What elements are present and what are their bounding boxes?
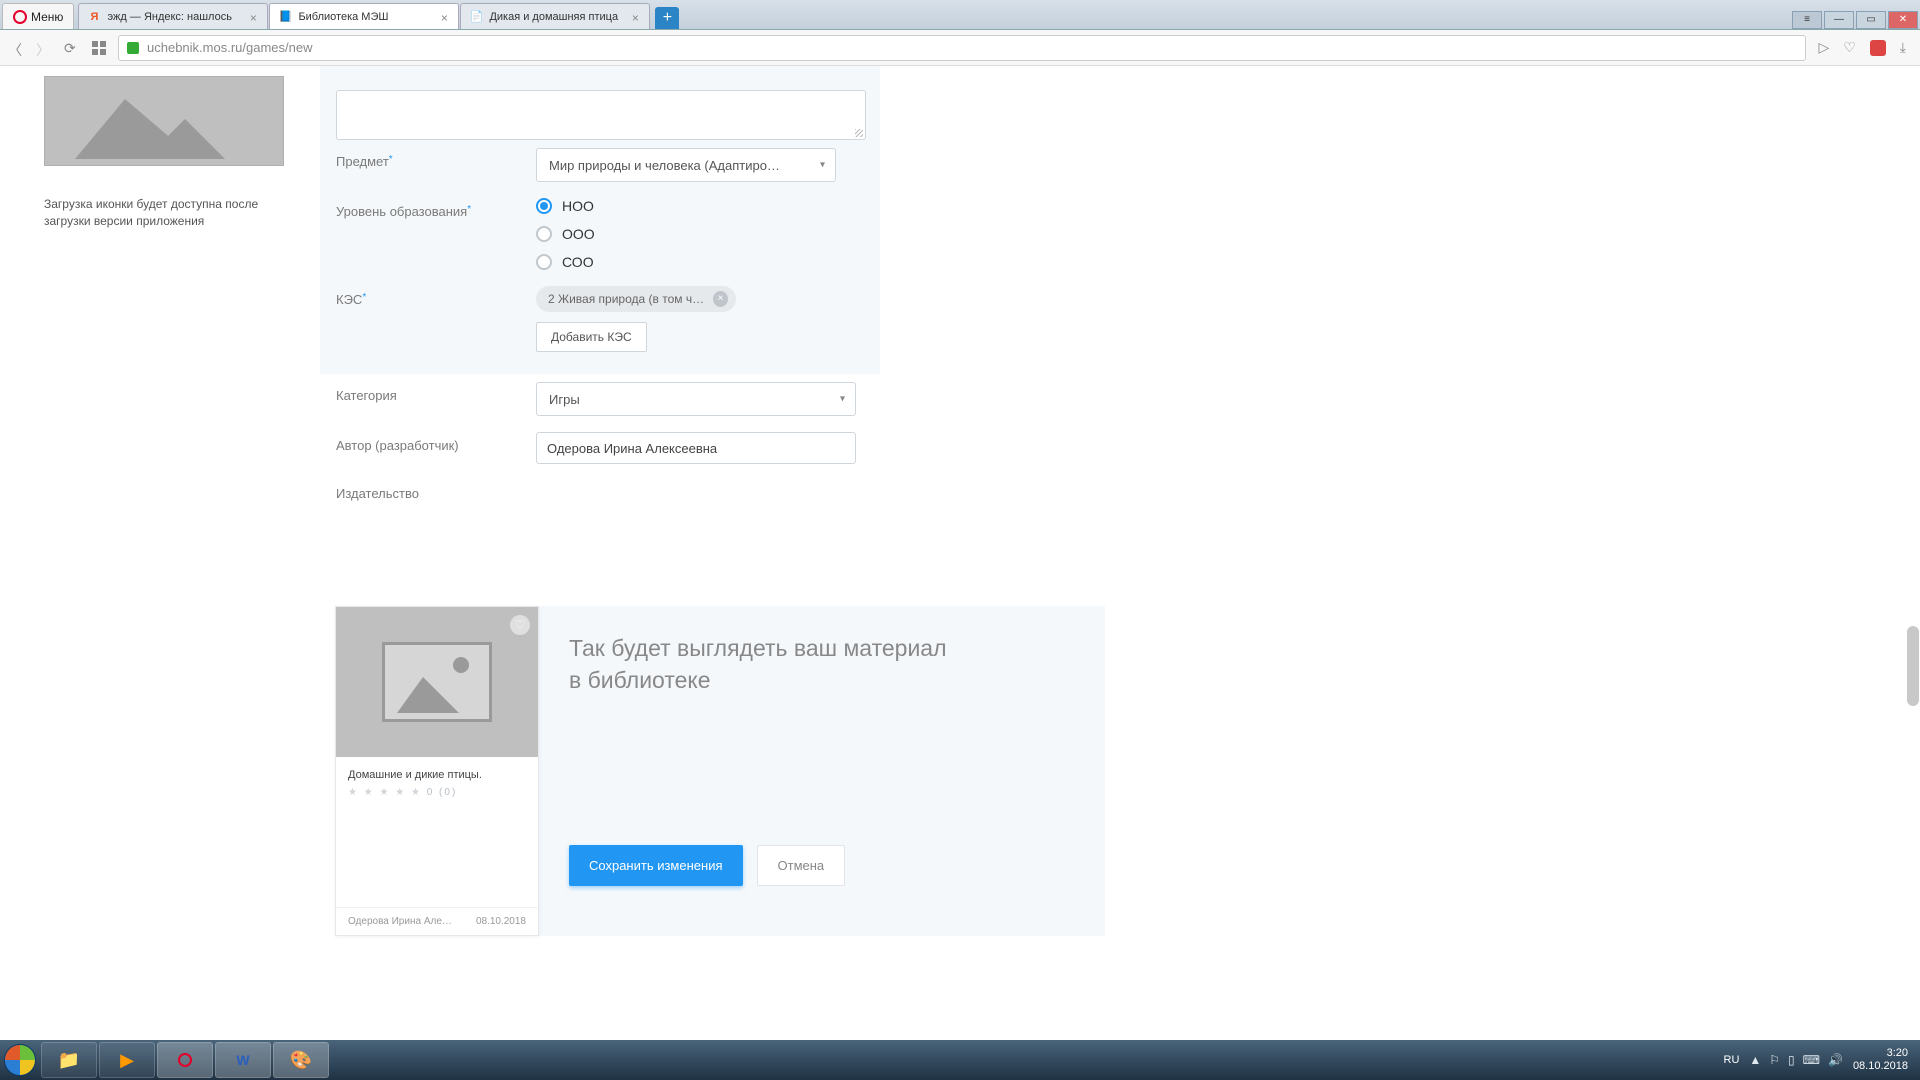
lock-icon [127,42,139,54]
tab-title: Библиотека МЭШ [298,11,432,23]
category-select[interactable]: Игры ▾ [536,382,856,416]
url-text: uchebnik.mos.ru/games/new [147,40,312,55]
icon-upload-panel: Загрузка иконки будет доступна после заг… [44,76,294,230]
kes-chip-text: 2 Живая природа (в том чис… [548,292,705,306]
author-input[interactable] [536,432,856,464]
tab-yandex[interactable]: Я эжд — Яндекс: нашлось × [78,3,268,29]
reload-icon[interactable]: ⟳ [64,40,80,56]
window-close-button[interactable]: ✕ [1888,11,1918,29]
subject-value: Мир природы и человека (Адаптиро… [549,158,780,173]
education-level-group: НОО ООО СОО [536,198,864,270]
radio-icon [536,254,552,270]
taskbar-word[interactable]: W [215,1042,271,1078]
tray-battery-icon[interactable]: ⌨ [1803,1053,1820,1067]
tray-network-icon[interactable]: ▯ [1788,1053,1795,1067]
tab-title: Дикая и домашняя птица [489,11,623,23]
remove-chip-icon[interactable]: × [713,291,728,307]
opera-menu-button[interactable]: Меню [2,3,74,29]
browser-tab-strip: Меню Я эжд — Яндекс: нашлось × 📘 Библиот… [0,0,1920,30]
preview-card-date: 08.10.2018 [476,916,526,927]
kes-label: КЭС* [336,286,536,307]
tray-flag-icon[interactable]: ▲ [1749,1053,1761,1067]
window-panel-button[interactable]: ≡ [1792,11,1822,29]
close-tab-icon[interactable]: × [247,11,259,23]
back-icon[interactable]: 〈 [8,40,24,56]
close-tab-icon[interactable]: × [438,11,450,23]
chevron-down-icon: ▾ [840,394,845,405]
new-tab-button[interactable]: + [655,7,679,29]
window-controls: ≡ — ▭ ✕ [1790,11,1920,29]
forward-icon[interactable]: 〉 [36,40,52,56]
preview-card-footer: Одерова Ирина Але… 08.10.2018 [336,907,538,935]
material-form: Предмет* Мир природы и человека (Адаптир… [320,66,880,509]
category-label: Категория [336,382,536,403]
placeholder-image-icon [382,642,492,722]
taskbar-clock[interactable]: 3:20 08.10.2018 [1853,1047,1914,1073]
tab-birds-doc[interactable]: 📄 Дикая и домашняя птица × [460,3,650,29]
address-bar: 〈 〉 ⟳ uchebnik.mos.ru/games/new ▷ ♡ ⤓ [0,30,1920,66]
placeholder-image-icon [45,77,283,165]
url-field[interactable]: uchebnik.mos.ru/games/new [118,35,1806,61]
start-button[interactable] [0,1040,40,1080]
window-minimize-button[interactable]: — [1824,11,1854,29]
window-maximize-button[interactable]: ▭ [1856,11,1886,29]
add-kes-button[interactable]: Добавить КЭС [536,322,647,352]
close-tab-icon[interactable]: × [629,11,641,23]
favicon-yandex-icon: Я [87,10,101,24]
subject-label: Предмет* [336,148,536,169]
level-ooo-radio[interactable]: ООО [536,226,864,242]
level-noo-radio[interactable]: НОО [536,198,864,214]
download-icon[interactable]: ⤓ [1900,39,1906,56]
tray-volume-icon[interactable]: 🔊 [1828,1053,1843,1067]
cancel-button[interactable]: Отмена [757,845,846,886]
windows-logo-icon [4,1044,36,1076]
author-label: Автор (разработчик) [336,432,536,453]
system-tray: RU ▲ ⚐ ▯ ⌨ 🔊 3:20 08.10.2018 [1724,1047,1920,1073]
description-textarea[interactable] [336,90,866,140]
taskbar-media-player[interactable]: ▶ [99,1042,155,1078]
speed-dial-icon[interactable] [92,41,106,55]
heart-icon[interactable]: ♡ [1843,39,1856,56]
preview-card-rating: ★ ★ ★ ★ ★ 0 (0) [348,787,526,798]
material-preview: ♡ Домашние и дикие птицы. ★ ★ ★ ★ ★ 0 (0… [335,606,1105,936]
chevron-down-icon: ▾ [820,160,825,171]
taskbar-opera[interactable] [157,1042,213,1078]
radio-icon [536,226,552,242]
tab-mesh-library[interactable]: 📘 Библиотека МЭШ × [269,3,459,29]
tab-title: эжд — Яндекс: нашлось [107,11,241,23]
education-level-label: Уровень образования* [336,198,536,219]
publisher-label: Издательство [336,480,536,501]
radio-checked-icon [536,198,552,214]
preview-heading: Так будет выглядеть ваш материал в библи… [569,632,1075,696]
menu-label: Меню [31,10,63,24]
icon-upload-helper: Загрузка иконки будет доступна после заг… [44,196,294,230]
preview-card-title: Домашние и дикие птицы. [348,769,526,781]
language-indicator[interactable]: RU [1724,1054,1740,1066]
save-button[interactable]: Сохранить изменения [569,845,743,886]
category-value: Игры [549,392,580,407]
preview-card-image: ♡ [336,607,538,757]
opera-icon [13,10,27,24]
preview-card-author: Одерова Ирина Але… [348,916,452,927]
preview-card: ♡ Домашние и дикие птицы. ★ ★ ★ ★ ★ 0 (0… [335,606,539,936]
scrollbar-thumb[interactable] [1907,626,1919,706]
icon-placeholder [44,76,284,166]
level-soo-radio[interactable]: СОО [536,254,864,270]
tray-action-center-icon[interactable]: ⚐ [1769,1053,1780,1067]
send-icon[interactable]: ▷ [1818,39,1829,56]
taskbar-explorer[interactable]: 📁 [41,1042,97,1078]
page-content: Загрузка иконки будет доступна после заг… [0,66,1920,1040]
subject-select[interactable]: Мир природы и человека (Адаптиро… ▾ [536,148,836,182]
favicon-doc-icon: 📄 [469,10,483,24]
favorite-icon[interactable]: ♡ [510,615,530,635]
extension-icon[interactable] [1870,40,1886,56]
kes-chip: 2 Живая природа (в том чис… × [536,286,736,312]
favicon-mesh-icon: 📘 [278,10,292,24]
taskbar: 📁 ▶ W 🎨 RU ▲ ⚐ ▯ ⌨ 🔊 3:20 08.10.2018 [0,1040,1920,1080]
taskbar-paint[interactable]: 🎨 [273,1042,329,1078]
